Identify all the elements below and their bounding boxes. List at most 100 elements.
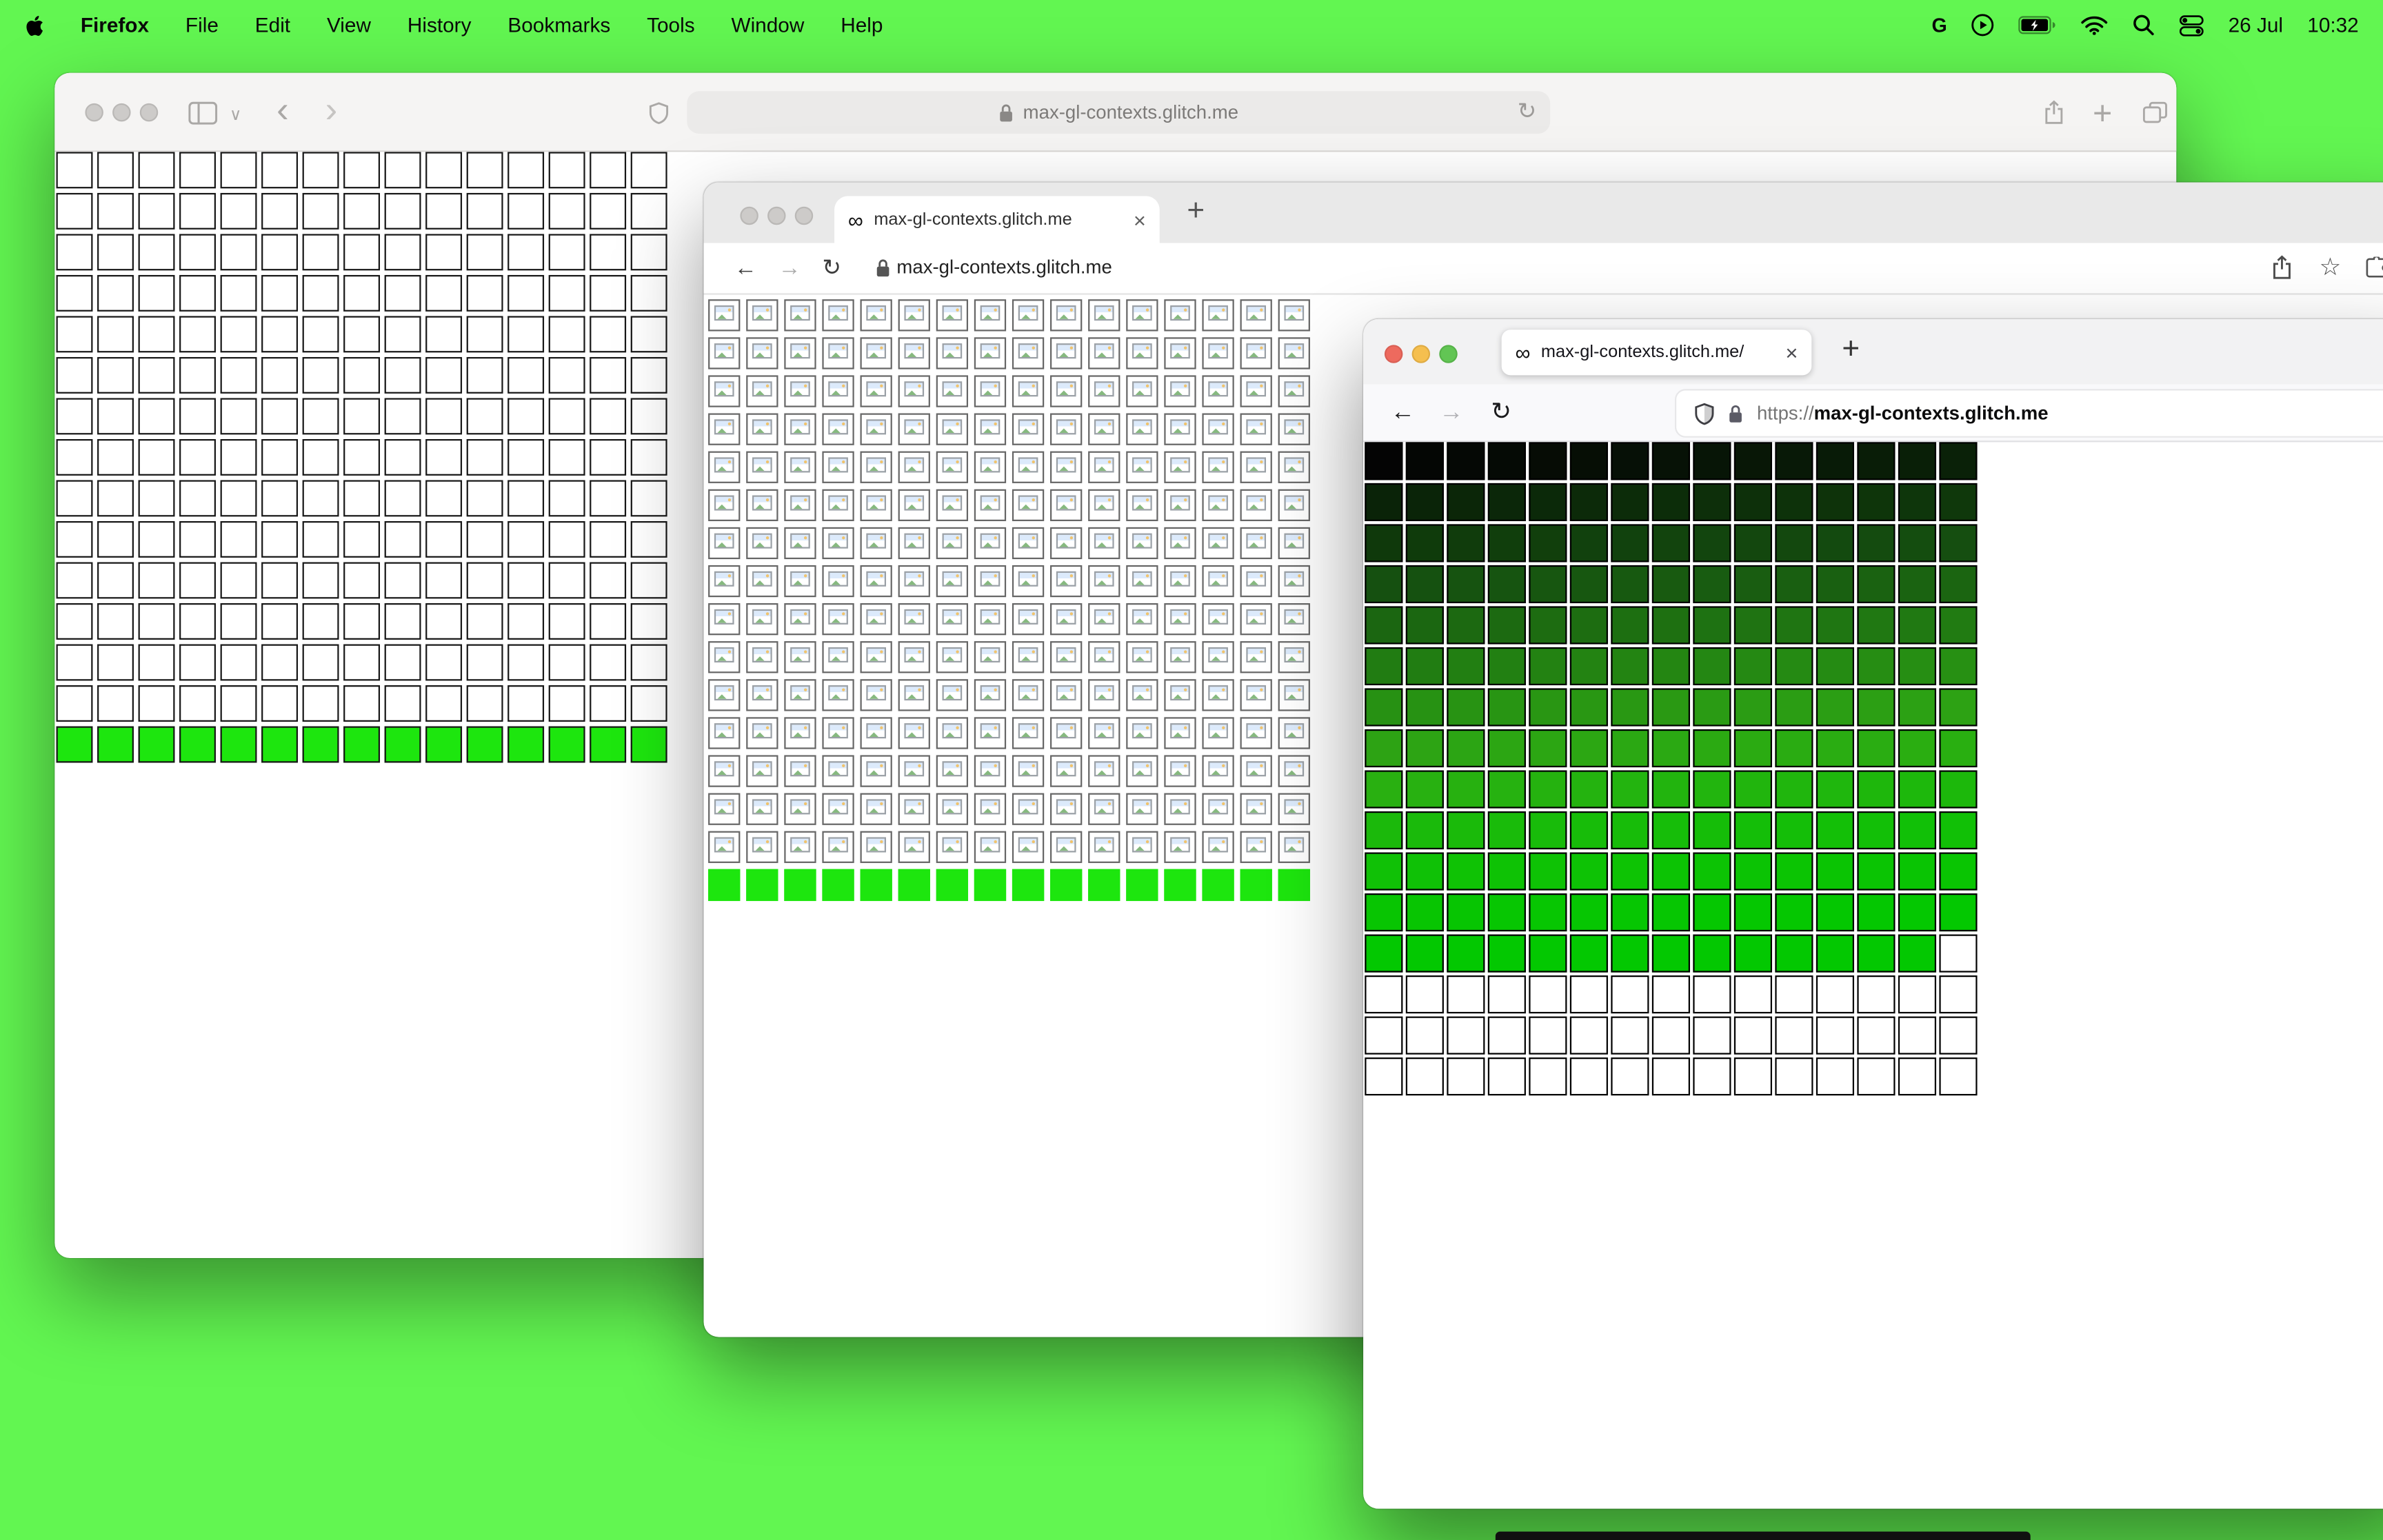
gl-canvas-cell [936,565,969,598]
gl-canvas-cell [708,413,741,445]
gl-canvas-cell [860,375,892,407]
forward-button[interactable]: → [1439,398,1463,428]
share-icon[interactable] [2272,255,2292,287]
close-button[interactable] [85,103,103,122]
gl-canvas-cell [1088,603,1120,636]
menu-window[interactable]: Window [731,14,804,37]
share-icon[interactable] [2044,100,2064,132]
menu-file[interactable]: File [185,14,219,37]
gl-canvas-cell [179,152,216,189]
gl-canvas-cell [548,398,585,435]
gl-canvas-cell [708,527,741,560]
extensions-icon[interactable] [2365,255,2383,287]
url-scheme: https:// [1756,403,1814,424]
gl-canvas-cell [1733,893,1772,932]
close-button[interactable] [740,206,758,225]
gl-canvas-cell [343,234,381,271]
gl-canvas-cell [1365,647,1403,686]
gl-canvas-cell [822,337,854,369]
broken-image-icon [980,305,1001,321]
gl-canvas-cell [1816,852,1855,891]
gl-canvas-cell [1693,770,1731,809]
gl-canvas-cell [746,413,778,445]
broken-image-icon [828,533,848,549]
gl-canvas-cell [466,274,503,312]
new-tab-button[interactable]: + [1187,194,1205,230]
address-bar-url[interactable]: max-gl-contexts.glitch.me [896,256,1112,278]
gl-canvas-cell [1775,565,1813,604]
minimize-button[interactable] [112,103,131,122]
minimize-button[interactable] [767,206,786,225]
gl-canvas-cell [1202,375,1234,407]
gl-canvas-cell [220,192,257,230]
forward-button[interactable]: → [778,254,801,284]
gl-canvas-cell [630,274,667,312]
menu-view[interactable]: View [327,14,371,37]
new-tab-button[interactable]: + [1842,333,1860,368]
zoom-button[interactable] [1439,345,1458,363]
gl-canvas-cell [138,521,175,558]
back-button[interactable]: ‹ [276,92,289,129]
gl-canvas-cell [97,726,134,763]
minimize-button[interactable] [1411,345,1431,363]
gl-canvas-cell [974,831,1007,863]
gl-canvas-cell [974,299,1007,332]
menu-bar-clock[interactable]: 10:32 [2307,14,2358,37]
forward-button[interactable]: › [325,92,338,129]
broken-image-icon [1094,799,1114,815]
now-playing-icon[interactable] [1971,14,1994,37]
firefox-window-front[interactable]: ∞ max-gl-contexts.glitch.me/ × + ← → ↻ h… [1363,318,2383,1509]
menu-tools[interactable]: Tools [647,14,694,37]
chevron-down-icon[interactable]: ∨ [230,105,242,124]
tab-overview-icon[interactable] [2142,101,2167,131]
back-button[interactable]: ← [734,254,757,284]
gl-canvas-cell [1447,606,1485,645]
broken-image-icon [866,799,886,815]
tracking-protection-shield-icon[interactable] [1695,402,1715,425]
reload-icon[interactable]: ↻ [1491,398,1511,428]
menu-bookmarks[interactable]: Bookmarks [507,14,610,37]
broken-image-icon [1208,381,1228,397]
broken-image-icon [714,571,734,587]
gl-canvas-cell [548,726,585,763]
privacy-shield-icon[interactable] [649,102,669,132]
address-bar[interactable]: max-gl-contexts.glitch.me ↻ [687,91,1551,134]
broken-image-icon [1284,571,1305,587]
menu-history[interactable]: History [408,14,472,37]
bookmark-star-icon[interactable]: ☆ [2319,252,2341,283]
wifi-icon[interactable] [2081,15,2109,35]
browser-tab[interactable]: ∞ max-gl-contexts.glitch.me × [834,196,1160,243]
broken-image-icon [790,609,810,625]
menu-edit[interactable]: Edit [255,14,290,37]
zoom-button[interactable] [139,103,159,122]
broken-image-icon [1170,571,1190,587]
apple-menu[interactable] [24,13,44,37]
battery-icon[interactable] [2018,15,2056,35]
webgl-canvas-grid [708,299,1310,902]
reload-icon[interactable]: ↻ [1518,97,1537,124]
tab-close-icon[interactable]: × [1785,341,1798,365]
new-tab-button[interactable]: + [2093,94,2112,134]
back-button[interactable]: ← [1391,398,1415,428]
gl-canvas-cell [1240,755,1272,787]
menu-app-name[interactable]: Firefox [81,14,149,37]
close-button[interactable] [1384,345,1403,363]
offscreen-window-peek[interactable] [1495,1531,2031,1540]
broken-image-icon [1132,761,1152,777]
control-center-icon[interactable] [2180,14,2204,36]
grammarly-icon[interactable]: G [1932,14,1947,37]
broken-image-icon [1208,799,1228,815]
broken-image-icon [1170,799,1190,815]
sidebar-icon[interactable] [188,101,218,132]
zoom-button[interactable] [794,206,814,225]
broken-image-icon [904,723,925,739]
menu-bar-date[interactable]: 26 Jul [2229,14,2283,37]
tab-close-icon[interactable]: × [1134,207,1146,232]
menu-help[interactable]: Help [841,14,883,37]
gl-canvas-cell [590,152,627,189]
browser-tab[interactable]: ∞ max-gl-contexts.glitch.me/ × [1501,330,1812,376]
address-bar[interactable]: https://max-gl-contexts.glitch.me [1676,390,2383,436]
reload-icon[interactable]: ↻ [822,254,841,284]
spotlight-search-icon[interactable] [2133,14,2155,37]
gl-canvas-cell [56,603,93,640]
